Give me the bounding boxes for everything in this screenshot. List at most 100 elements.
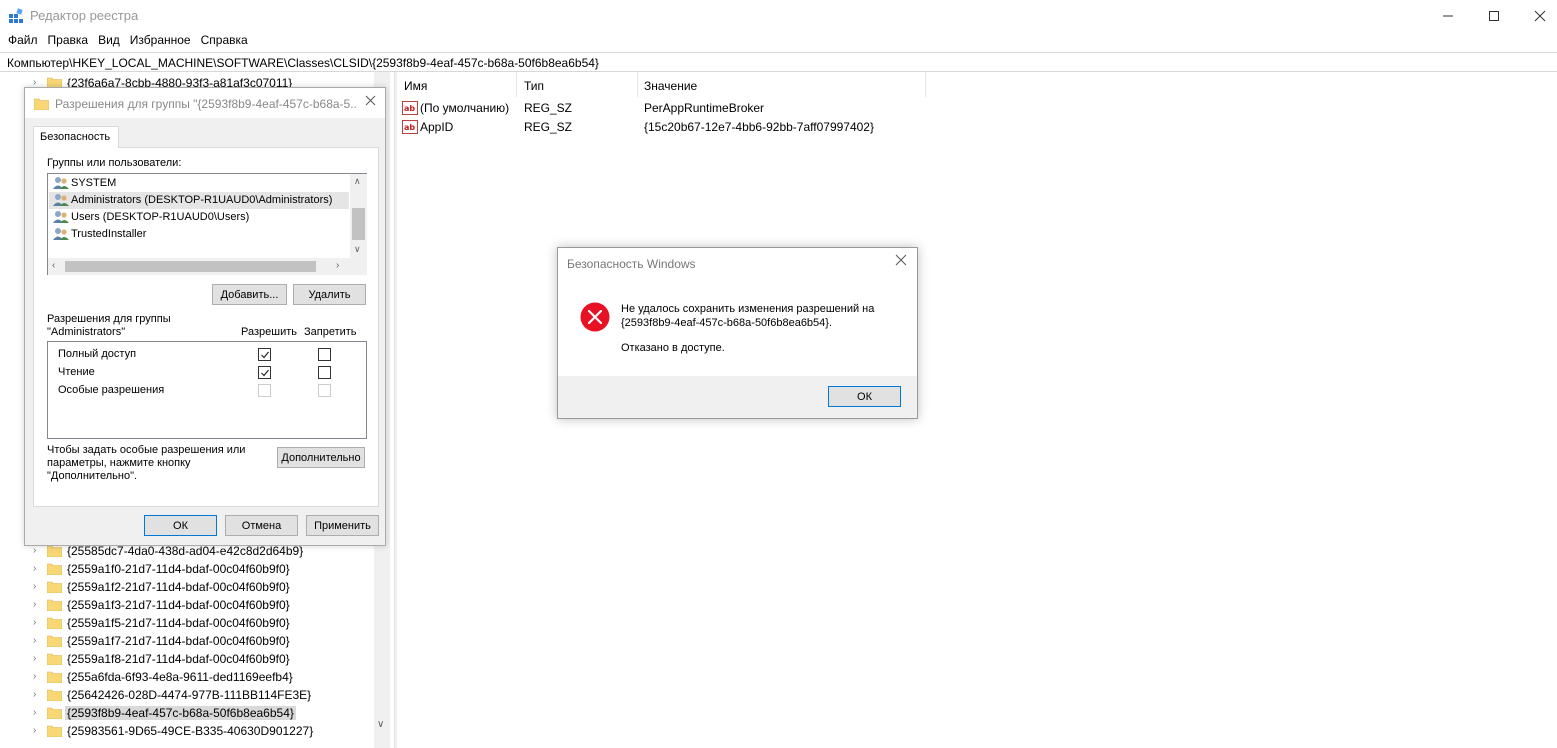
column-separator[interactable] (516, 72, 517, 97)
menu-view[interactable]: Вид (93, 31, 125, 51)
groups-label: Группы или пользователи: (47, 157, 182, 169)
menu-help[interactable]: Справка (196, 31, 253, 51)
permission-row: Чтение (48, 363, 366, 381)
scroll-right-icon[interactable]: › (336, 260, 339, 271)
address-bar[interactable]: Компьютер\HKEY_LOCAL_MACHINE\SOFTWARE\Cl… (0, 52, 1557, 72)
permissions-dialog-close-button[interactable] (365, 95, 376, 109)
advanced-hint-text: Чтобы задать особые разрешения или (47, 444, 246, 456)
error-detail: Отказано в доступе. (621, 342, 725, 354)
users-list-hscrollbar[interactable]: ‹ › (48, 258, 367, 275)
tree-item[interactable]: › {2559a1f2-21d7-11d4-bdaf-00c04f60b9f0} (0, 578, 380, 596)
ok-button[interactable]: ОК (144, 515, 217, 536)
error-dialog-close-button[interactable] (895, 254, 907, 269)
scroll-thumb[interactable] (65, 261, 316, 272)
folder-icon (47, 581, 62, 593)
add-user-button[interactable]: Добавить... (212, 284, 287, 305)
chevron-right-icon[interactable]: › (33, 581, 36, 592)
minimize-button[interactable] (1425, 0, 1471, 31)
maximize-button[interactable] (1471, 0, 1517, 31)
tree-item[interactable]: › {2559a1f8-21d7-11d4-bdaf-00c04f60b9f0} (0, 650, 380, 668)
menu-edit[interactable]: Правка (43, 31, 94, 51)
chevron-right-icon[interactable]: › (33, 635, 36, 646)
scroll-up-icon[interactable]: ∧ (354, 176, 361, 187)
advanced-hint-text: "Дополнительно". (47, 470, 138, 482)
string-value-icon: ab (402, 101, 418, 115)
chevron-right-icon[interactable]: › (33, 563, 36, 574)
permissions-dialog: Разрешения для группы "{2593f8b9-4eaf-45… (24, 87, 386, 546)
close-icon (895, 254, 907, 266)
user-list-item[interactable]: Administrators (DESKTOP-R1UAUD0\Administ… (49, 192, 349, 209)
tree-item[interactable]: › {2559a1f5-21d7-11d4-bdaf-00c04f60b9f0} (0, 614, 380, 632)
close-icon (1534, 10, 1546, 21)
svg-text:ab: ab (404, 123, 415, 132)
list-row[interactable]: ab (По умолчанию) REG_SZ PerAppRuntimeBr… (398, 98, 998, 117)
tab-security[interactable]: Безопасность (33, 126, 119, 148)
column-header-name[interactable]: Имя (404, 79, 427, 93)
column-header-value[interactable]: Значение (644, 79, 697, 93)
tree-item[interactable]: › {2593f8b9-4eaf-457c-b68a-50f6b8ea6b54} (0, 704, 380, 722)
users-list-vscrollbar[interactable]: ∧ ∨ (350, 174, 367, 258)
folder-icon (34, 98, 49, 110)
cancel-button[interactable]: Отмена (225, 515, 298, 536)
tree-item[interactable]: › {25983561-9D65-49CE-B335-40630D901227} (0, 722, 380, 740)
permissions-label: Разрешения для группы (47, 313, 171, 325)
allow-checkbox[interactable] (258, 348, 271, 361)
folder-icon (47, 617, 62, 629)
minimize-icon (1443, 15, 1453, 16)
deny-header: Запретить (304, 326, 357, 338)
scroll-down-icon[interactable]: ∨ (354, 244, 361, 255)
window-title: Редактор реестра (30, 8, 139, 23)
chevron-right-icon[interactable]: › (33, 617, 36, 628)
tree-item[interactable]: › {2559a1f7-21d7-11d4-bdaf-00c04f60b9f0} (0, 632, 380, 650)
chevron-right-icon[interactable]: › (33, 689, 36, 700)
error-message: Не удалось сохранить изменения разрешени… (621, 303, 875, 329)
checkmark-icon (260, 351, 269, 358)
chevron-right-icon[interactable]: › (33, 707, 36, 718)
chevron-right-icon[interactable]: › (33, 725, 36, 736)
permission-row: Полный доступ (48, 345, 366, 363)
chevron-right-icon[interactable]: › (33, 653, 36, 664)
chevron-right-icon[interactable]: › (33, 671, 36, 682)
folder-icon (47, 725, 62, 737)
remove-user-button[interactable]: Удалить (293, 284, 366, 305)
scroll-down-icon[interactable]: ∨ (377, 719, 384, 730)
permission-row: Особые разрешения (48, 381, 366, 399)
column-separator[interactable] (925, 72, 926, 97)
chevron-right-icon[interactable]: › (33, 599, 36, 610)
allow-checkbox[interactable] (258, 366, 271, 379)
user-list-item[interactable]: Users (DESKTOP-R1UAUD0\Users) (49, 209, 349, 226)
chevron-right-icon[interactable]: › (33, 545, 36, 556)
advanced-button[interactable]: Дополнительно (277, 447, 365, 468)
tree-item[interactable]: › {2559a1f0-21d7-11d4-bdaf-00c04f60b9f0} (0, 560, 380, 578)
column-separator[interactable] (637, 72, 638, 97)
folder-icon (47, 707, 62, 719)
tree-item[interactable]: › {255a6fda-6f93-4e8a-9611-ded1169eefb4} (0, 668, 380, 686)
menu-favorites[interactable]: Избранное (125, 31, 196, 51)
tree-item[interactable]: › {25642426-028D-4474-977B-111BB114FE3E} (0, 686, 380, 704)
deny-checkbox[interactable] (318, 348, 331, 361)
permissions-dialog-titlebar[interactable]: Разрешения для группы "{2593f8b9-4eaf-45… (25, 88, 385, 118)
advanced-hint-text: параметры, нажмите кнопку (47, 457, 191, 469)
folder-icon (47, 689, 62, 701)
error-ok-button[interactable]: ОК (828, 386, 901, 407)
scroll-left-icon[interactable]: ‹ (52, 260, 55, 271)
user-list-item[interactable]: TrustedInstaller (49, 226, 349, 243)
close-button[interactable] (1517, 0, 1557, 31)
tree-item[interactable]: › {2559a1f3-21d7-11d4-bdaf-00c04f60b9f0} (0, 596, 380, 614)
pane-splitter[interactable] (394, 72, 397, 748)
list-row[interactable]: ab AppID REG_SZ {15c20b67-12e7-4bb6-92bb… (398, 117, 998, 136)
apply-button[interactable]: Применить (306, 515, 379, 536)
error-dialog-title: Безопасность Windows (567, 257, 696, 271)
error-dialog-footer: ОК (558, 376, 917, 418)
list-header: Имя Тип Значение (398, 72, 928, 97)
folder-icon (47, 635, 62, 647)
error-dialog: Безопасность Windows Не удалось сохранит… (557, 247, 918, 419)
users-list[interactable]: SYSTEM Administrators (DESKTOP-R1UAUD0\Ad… (47, 173, 367, 275)
column-header-type[interactable]: Тип (524, 79, 544, 93)
deny-checkbox[interactable] (318, 366, 331, 379)
permissions-dialog-title: Разрешения для группы "{2593f8b9-4eaf-45… (55, 97, 357, 111)
menu-file[interactable]: Файл (3, 31, 43, 51)
scroll-thumb[interactable] (352, 208, 365, 240)
string-value-icon: ab (402, 120, 418, 134)
user-list-item[interactable]: SYSTEM (49, 175, 349, 192)
